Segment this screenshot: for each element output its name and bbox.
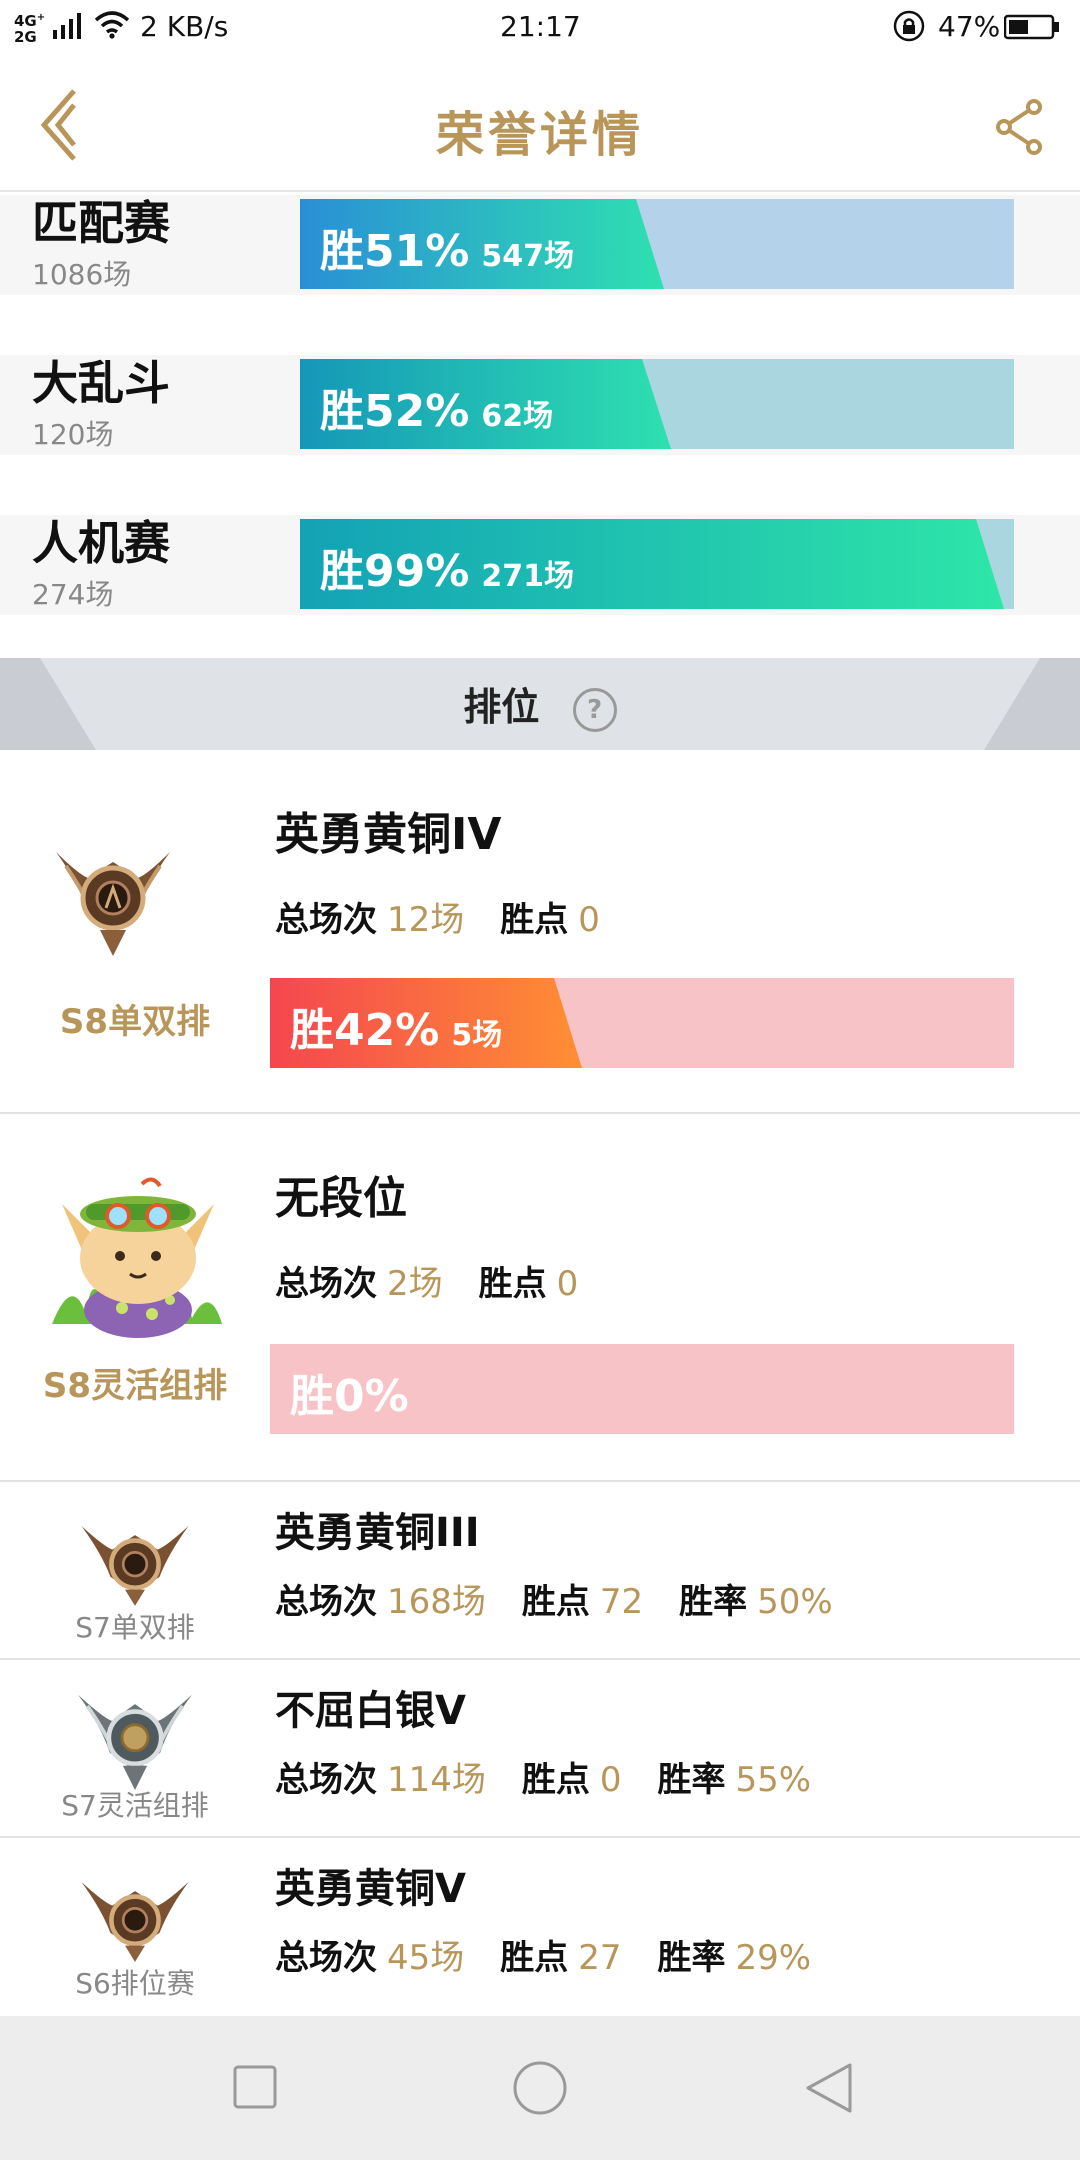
ranked-card-s7-flex[interactable]: S7灵活组排 不屈白银V 总场次 114场 胜点 0 胜率 55% — [0, 1660, 1080, 1836]
mode-row-match[interactable]: 匹配赛 1086场 胜51% 547场 — [0, 195, 1080, 295]
win-rate-bar: 胜52% 62场 — [300, 359, 1014, 449]
win-rate-bar: 胜99% 271场 — [300, 519, 1014, 609]
mode-row-aram[interactable]: 大乱斗 120场 胜52% 62场 — [0, 355, 1080, 455]
points-label: 胜点 — [521, 1582, 590, 1622]
points-label: 胜点 — [500, 1938, 569, 1978]
mode-count: 1086场 — [32, 258, 132, 291]
win-games: 62场 — [481, 399, 554, 434]
signal-icon — [53, 13, 81, 39]
bronze-rank-emblem-icon — [81, 1882, 189, 1962]
section-title: 排位 — [463, 685, 540, 729]
total-games-value: 114场 — [387, 1760, 486, 1800]
mode-row-bot[interactable]: 人机赛 274场 胜99% 271场 — [0, 515, 1080, 615]
mode-name: 大乱斗 — [32, 356, 170, 410]
ranked-card-s8-solo[interactable]: S8单双排 英勇黄铜IV 总场次 12场 胜点 0 胜42% 5场 — [0, 750, 1080, 1112]
win-rate-value: 50% — [757, 1582, 833, 1622]
win-rate-bar: 胜42% 5场 — [270, 978, 1014, 1068]
ranked-section-header: 排位 ? — [0, 658, 1080, 750]
total-games-value: 2场 — [387, 1264, 443, 1304]
silver-rank-emblem-icon — [78, 1694, 192, 1790]
mode-name: 人机赛 — [32, 516, 170, 570]
status-bar: 4G+ 2G 2 KB/s 21:17 47% — [0, 0, 1080, 55]
title-bar: 荣誉详情 — [0, 55, 1080, 192]
system-nav-bar — [0, 2016, 1080, 2160]
points-label: 胜点 — [521, 1760, 590, 1800]
win-rate-bar: 胜51% 547场 — [300, 199, 1014, 289]
rank-title: 不屈白银V — [275, 1688, 466, 1734]
home-icon[interactable] — [512, 2060, 568, 2116]
battery-icon — [1004, 14, 1059, 40]
win-rate-label: 胜42% — [290, 1005, 440, 1056]
win-games: 5场 — [451, 1018, 503, 1053]
total-games-value: 168场 — [387, 1582, 486, 1622]
total-games-label: 总场次 — [275, 1760, 377, 1800]
season-label: S7灵活组排 — [61, 1789, 209, 1822]
win-rate-value: 55% — [735, 1760, 812, 1800]
rank-title: 英勇黄铜V — [275, 1866, 466, 1912]
help-icon[interactable]: ? — [572, 687, 617, 732]
win-rate-label: 胜率 — [657, 1938, 726, 1978]
clock: 21:17 — [500, 10, 581, 43]
total-games-label: 总场次 — [275, 1264, 377, 1304]
total-games-value: 12场 — [387, 900, 465, 940]
total-games-label: 总场次 — [275, 1582, 377, 1622]
ranked-card-s6[interactable]: S6排位赛 英勇黄铜V 总场次 45场 胜点 27 胜率 29% — [0, 1838, 1080, 2016]
wifi-icon — [94, 11, 130, 39]
total-games-value: 45场 — [387, 1938, 465, 1978]
win-games: 271场 — [481, 559, 574, 594]
page-title: 荣誉详情 — [435, 107, 644, 163]
win-rate-label: 胜51% — [320, 226, 470, 277]
win-rate-value: 29% — [735, 1938, 812, 1978]
season-label: S8单双排 — [59, 1002, 211, 1042]
battery-percent: 47% — [938, 10, 1001, 43]
network-speed: 2 KB/s — [140, 10, 229, 43]
back-nav-icon[interactable] — [804, 2062, 854, 2114]
share-icon[interactable] — [996, 99, 1044, 155]
network-type: 4G+ 2G — [14, 12, 46, 46]
win-rate-label: 胜52% — [320, 386, 470, 437]
win-rate-label: 胜率 — [657, 1760, 726, 1800]
mode-count: 120场 — [32, 418, 114, 451]
win-rate-bar: 胜0% — [270, 1344, 1014, 1434]
points-value: 0 — [599, 1760, 622, 1800]
recent-apps-icon[interactable] — [232, 2064, 278, 2110]
total-games-label: 总场次 — [275, 1938, 377, 1978]
rank-title: 无段位 — [275, 1173, 407, 1224]
season-label: S7单双排 — [75, 1611, 195, 1644]
win-rate-label: 胜99% — [320, 546, 470, 597]
ranked-card-s7-solo[interactable]: S7单双排 英勇黄铜III 总场次 168场 胜点 72 胜率 50% — [0, 1482, 1080, 1658]
points-value: 27 — [578, 1938, 622, 1978]
rank-title: 英勇黄铜IV — [275, 809, 502, 860]
season-label: S6排位赛 — [75, 1967, 195, 2000]
mode-count: 274场 — [32, 578, 114, 611]
season-label: S8灵活组排 — [42, 1366, 228, 1406]
rank-title: 英勇黄铜III — [275, 1510, 480, 1556]
teemo-avatar-icon — [52, 1177, 222, 1338]
win-rate-label: 胜0% — [290, 1371, 409, 1422]
points-label: 胜点 — [478, 1264, 547, 1304]
mode-name: 匹配赛 — [32, 196, 170, 250]
bronze-rank-emblem-icon — [81, 1526, 189, 1606]
points-value: 0 — [556, 1264, 579, 1304]
rotation-lock-icon — [893, 10, 925, 42]
points-value: 0 — [578, 900, 600, 940]
win-rate-label: 胜率 — [679, 1582, 748, 1622]
points-label: 胜点 — [500, 900, 569, 940]
points-value: 72 — [599, 1582, 644, 1622]
total-games-label: 总场次 — [275, 900, 377, 940]
win-games: 547场 — [481, 239, 574, 274]
ranked-card-s8-flex[interactable]: S8灵活组排 无段位 总场次 2场 胜点 0 胜0% — [0, 1114, 1080, 1480]
bronze-rank-emblem-icon — [56, 852, 170, 956]
